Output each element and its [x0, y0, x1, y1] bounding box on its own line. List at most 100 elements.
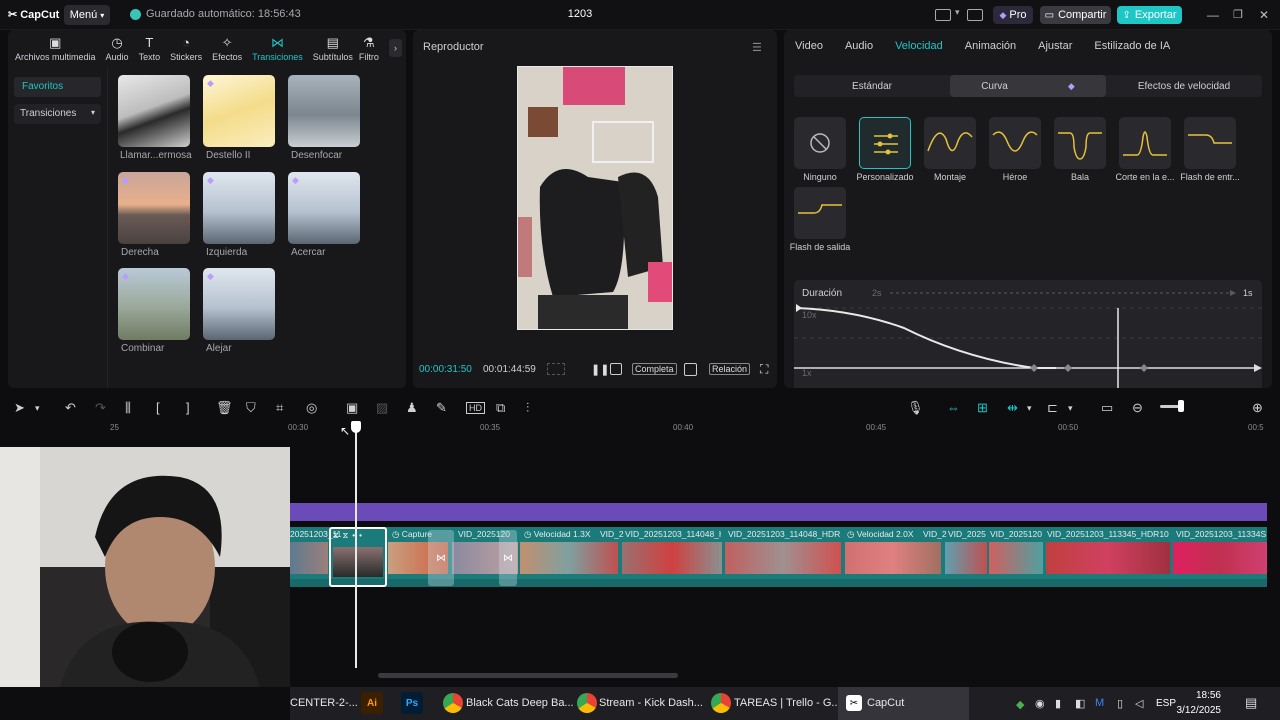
marker-icon[interactable]: ⛉ — [246, 400, 256, 416]
hamburger-icon[interactable]: ☰ — [752, 41, 762, 54]
tab-text[interactable]: T Texto — [134, 30, 166, 63]
chrome-icon[interactable] — [577, 693, 597, 713]
menu-button[interactable]: Menú ▾ — [64, 5, 110, 25]
undo-icon[interactable]: ↶ — [65, 400, 76, 416]
taskbar-item[interactable]: TAREAS | Trello - G... — [734, 697, 841, 709]
taskbar-item[interactable]: Black Cats Deep Ba... — [466, 697, 574, 709]
tab-transitions[interactable]: ⋈ Transiciones — [247, 30, 308, 63]
preset-flash-in[interactable] — [1184, 117, 1236, 169]
speed-curve-editor[interactable]: Duración 2s 1s 10x 1x — [794, 280, 1262, 388]
preset-flash-out[interactable] — [794, 187, 846, 239]
transition-tile[interactable]: ◆ — [203, 75, 275, 147]
tab-stickers[interactable]: ◔ Stickers — [165, 30, 207, 63]
fullscreen-icon[interactable]: ⛶ — [760, 362, 768, 377]
keyboard-icon[interactable] — [967, 9, 983, 21]
transition-tile[interactable]: ◆ — [203, 268, 275, 340]
preset-bullet[interactable] — [1054, 117, 1106, 169]
tab-video[interactable]: Video — [784, 30, 834, 64]
speed-curve-graph[interactable] — [794, 280, 1262, 388]
tab-effects[interactable]: ✧ Efectos — [207, 30, 247, 63]
transition-marker-icon[interactable]: ⋈ — [428, 530, 454, 586]
preset-none[interactable] — [794, 117, 846, 169]
export-button[interactable]: ⇪ Exportar — [1117, 6, 1182, 24]
tab-subtitles[interactable]: ▤ Subtítulos — [308, 30, 358, 63]
segment-standard[interactable]: Estándar — [794, 75, 950, 97]
maximize-icon[interactable]: ❐ — [1233, 8, 1243, 21]
tab-media[interactable]: ▣ Archivos multimedia — [10, 30, 101, 63]
microphone-icon[interactable]: 🎙 — [907, 400, 924, 416]
chrome-icon[interactable] — [711, 693, 731, 713]
replace-icon[interactable]: ▣ — [346, 400, 358, 416]
preview-axis-icon[interactable]: ⊏ — [1047, 400, 1058, 416]
link-icon[interactable]: ⇔ — [947, 400, 960, 415]
tray-icon[interactable]: ◧ — [1075, 697, 1085, 710]
tab-animation[interactable]: Animación — [954, 30, 1027, 64]
transition-tile[interactable] — [288, 75, 360, 147]
layout-icon[interactable] — [935, 9, 951, 21]
close-icon[interactable]: ✕ — [1259, 8, 1269, 22]
snap-icon[interactable]: ⊞ — [977, 400, 988, 416]
notifications-icon[interactable]: ▤ — [1245, 695, 1257, 711]
preset-montage[interactable] — [924, 117, 976, 169]
trim-left-icon[interactable]: [ — [156, 400, 160, 415]
export-frame-icon[interactable]: ⧉ — [496, 400, 505, 416]
crop-icon[interactable]: ⌗ — [276, 400, 283, 416]
focus-icon[interactable] — [684, 363, 697, 376]
preset-custom[interactable] — [859, 117, 911, 169]
sidebar-item-transitions[interactable]: Transiciones ▾ — [14, 104, 101, 124]
tab-adjust[interactable]: Ajustar — [1027, 30, 1083, 64]
illustrator-icon[interactable]: Ai — [361, 692, 383, 714]
tab-audio[interactable]: Audio — [834, 30, 884, 64]
chevron-down-icon[interactable]: ▾ — [1068, 403, 1073, 414]
taskbar-item[interactable]: Stream - Kick Dash... — [599, 697, 703, 709]
segment-speed-effects[interactable]: Efectos de velocidad — [1106, 75, 1262, 97]
redo-icon[interactable]: ↷ — [95, 400, 106, 416]
zoom-out-icon[interactable]: ⊖ — [1132, 400, 1143, 416]
pro-button[interactable]: ◆ Pro — [993, 6, 1033, 24]
timeline-icon[interactable] — [547, 363, 565, 375]
preset-jump-cut[interactable] — [1119, 117, 1171, 169]
chrome-icon[interactable] — [443, 693, 463, 713]
tray-icon[interactable]: ▮ — [1055, 697, 1061, 710]
tray-icon[interactable]: ◉ — [1035, 697, 1045, 710]
transition-tile[interactable]: ◆ — [118, 268, 190, 340]
zoom-in-icon[interactable]: ⊕ — [1252, 400, 1263, 416]
chevron-right-icon[interactable]: › — [389, 39, 402, 57]
person-icon[interactable]: ♟ — [406, 400, 418, 416]
tray-icon[interactable]: M — [1095, 697, 1104, 709]
tab-filters[interactable]: ⚗ Filtro — [358, 30, 380, 63]
tab-speed[interactable]: Velocidad — [884, 30, 954, 64]
preset-hero[interactable] — [989, 117, 1041, 169]
full-quality-button[interactable]: Completa — [632, 363, 677, 375]
hd-icon[interactable]: HD — [466, 402, 485, 414]
chevron-down-icon[interactable]: ▾ — [1027, 403, 1032, 414]
chevron-down-icon[interactable]: ▾ — [35, 403, 40, 414]
caption-icon[interactable]: ▭ — [1101, 400, 1113, 416]
transition-tile[interactable] — [118, 75, 190, 147]
trim-right-icon[interactable]: ] — [186, 400, 190, 415]
clock-time[interactable]: 18:56 — [1183, 690, 1221, 701]
battery-icon[interactable]: ▯ — [1117, 697, 1123, 710]
clock-date[interactable]: 3/12/2025 — [1176, 705, 1222, 716]
freeze-icon[interactable]: ▨ — [376, 400, 388, 416]
linkage-icon[interactable]: ⇹ — [1007, 400, 1018, 416]
audio-wave-icon[interactable]: ⫶ — [526, 400, 529, 416]
video-preview[interactable] — [517, 66, 673, 330]
transition-tile[interactable]: ◆ — [203, 172, 275, 244]
effect-track[interactable] — [290, 503, 1267, 521]
delete-icon[interactable]: 🗑 — [216, 400, 233, 416]
share-button[interactable]: ▭ Compartir — [1040, 6, 1111, 24]
tray-icon[interactable]: ◆ — [1016, 698, 1024, 711]
playhead[interactable] — [355, 428, 357, 668]
timeline-ruler[interactable] — [0, 422, 1280, 436]
tiktok-icon[interactable] — [610, 363, 622, 375]
minimize-icon[interactable]: — — [1207, 8, 1219, 22]
tab-ai-style[interactable]: Estilizado de IA — [1083, 30, 1181, 64]
magic-icon[interactable]: ✎ — [436, 400, 447, 416]
pause-icon[interactable]: ❚❚ — [591, 363, 609, 376]
photoshop-icon[interactable]: Ps — [401, 692, 423, 714]
speed-icon[interactable]: ◎ — [306, 400, 317, 416]
horizontal-scrollbar[interactable] — [378, 673, 678, 678]
zoom-slider-handle[interactable] — [1178, 400, 1184, 412]
select-cursor-icon[interactable]: ➤ — [14, 400, 25, 416]
